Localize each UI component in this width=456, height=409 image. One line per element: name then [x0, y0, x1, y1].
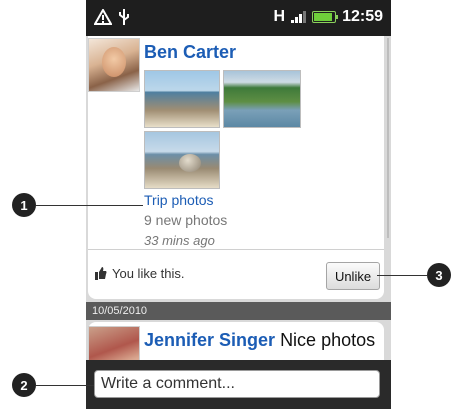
callout-1: 1 — [12, 193, 36, 217]
post-2-text: Nice photos — [280, 330, 376, 350]
avatar[interactable] — [88, 38, 140, 92]
photo-thumbnail[interactable] — [223, 70, 301, 128]
post-2-content: Jennifer Singer Nice photos — [144, 328, 375, 352]
like-status-text: You like this. — [112, 266, 185, 281]
callout-3-line — [377, 275, 427, 276]
photo-thumbnail[interactable] — [144, 131, 220, 189]
scrollbar[interactable] — [387, 38, 389, 238]
comment-bar: Write a comment... — [86, 360, 391, 409]
callout-2: 2 — [12, 373, 36, 397]
clock: 12:59 — [342, 8, 383, 25]
status-bar: H 12:59 — [86, 0, 391, 36]
post-2-author[interactable]: Jennifer Singer — [144, 330, 275, 350]
photo-count: 9 new photos — [144, 212, 228, 228]
like-bar: You like this. Unlike — [88, 250, 384, 299]
battery-icon — [312, 11, 339, 23]
post-card[interactable]: Ben Carter Trip photos 9 new photos 33 m… — [88, 36, 384, 299]
warning-icon — [93, 7, 113, 30]
callout-1-line — [36, 205, 143, 206]
comment-input[interactable]: Write a comment... — [94, 370, 380, 398]
post-author[interactable]: Ben Carter — [144, 42, 236, 63]
post-timestamp: 33 mins ago — [144, 233, 215, 248]
unlike-button[interactable]: Unlike — [326, 262, 380, 290]
signal-icon — [291, 11, 307, 23]
network-type: H — [273, 8, 286, 25]
album-title-link[interactable]: Trip photos — [144, 192, 214, 208]
photo-thumbnail[interactable] — [144, 70, 220, 128]
date-header: 10/05/2010 — [86, 302, 391, 320]
usb-icon — [118, 8, 130, 31]
callout-2-line — [36, 385, 94, 386]
thumbs-up-icon — [95, 266, 107, 280]
callout-3: 3 — [427, 263, 451, 287]
